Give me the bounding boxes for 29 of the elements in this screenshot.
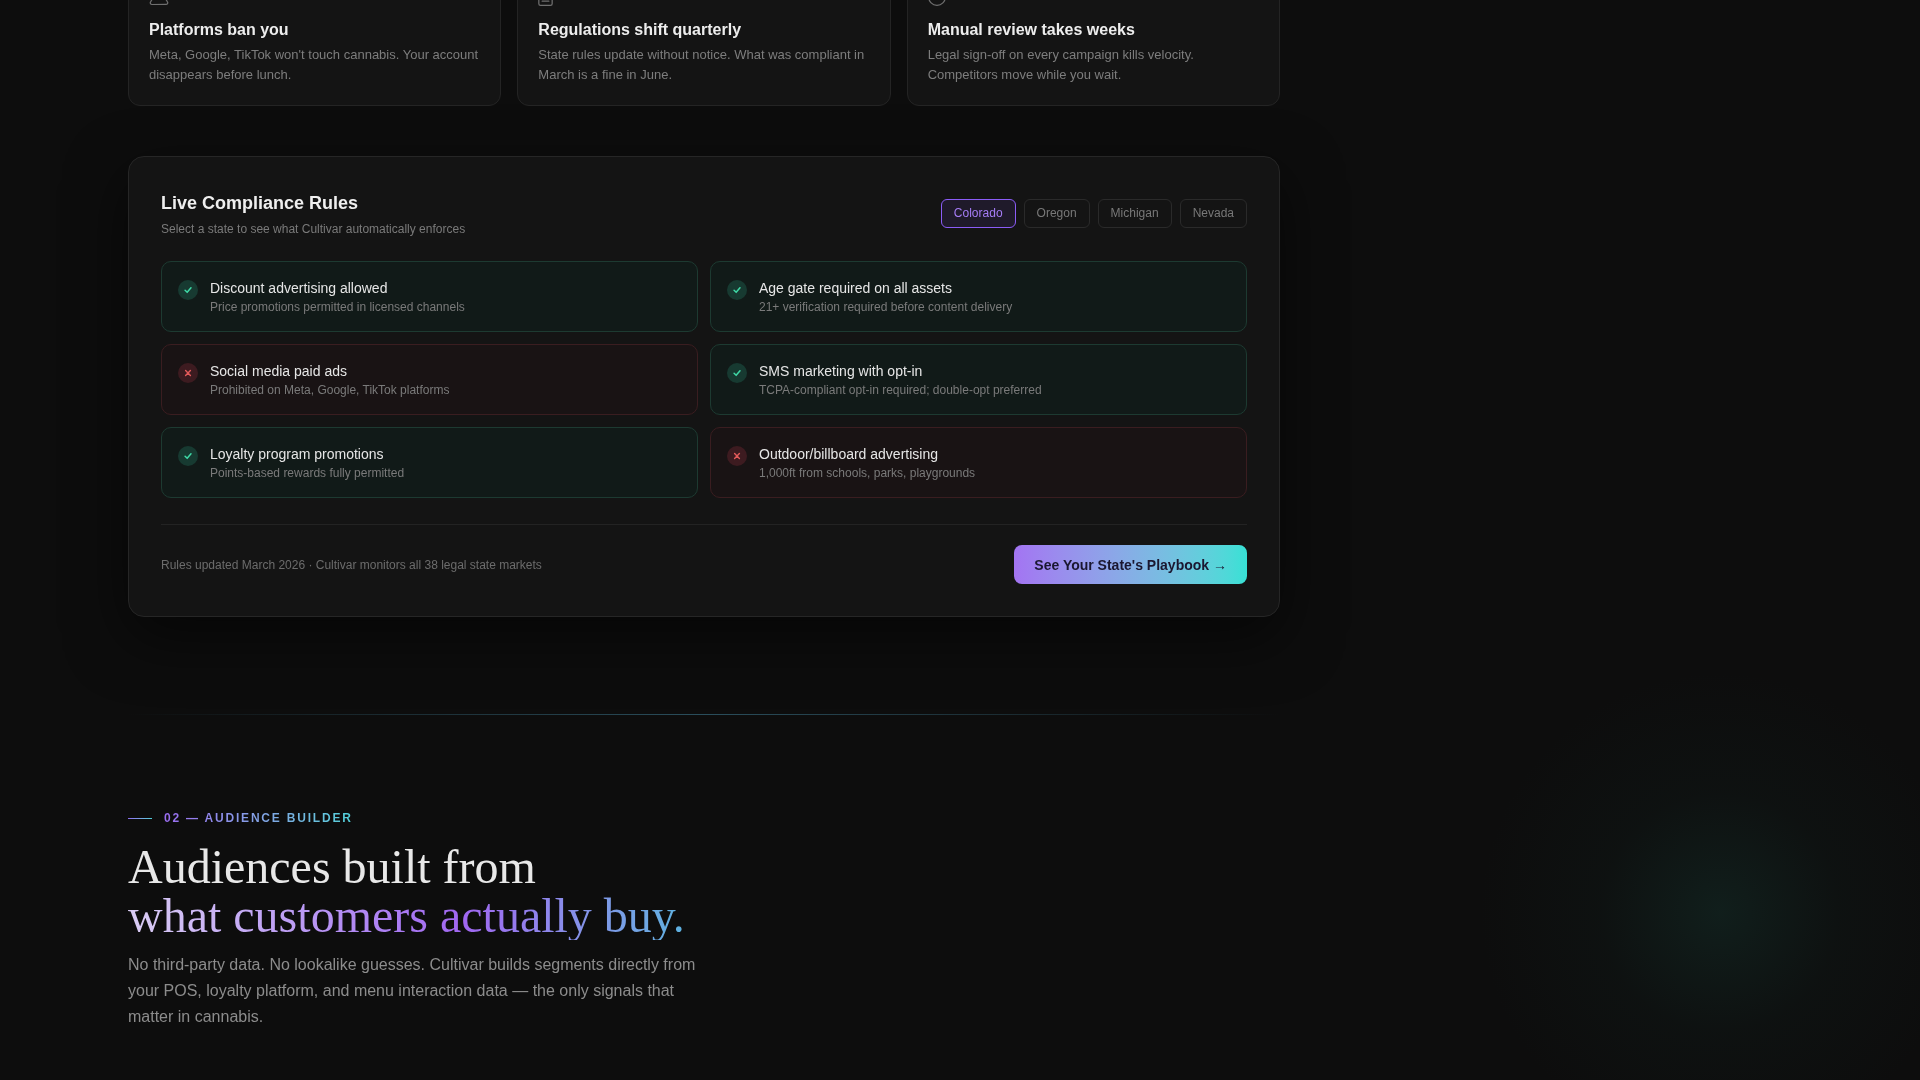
card-title: Platforms ban you [149,20,290,40]
card-title: Regulations shift quarterly [538,20,743,40]
rule-detail: 21+ verification required before content delivery [759,299,1013,315]
rule-detail: Prohibited on Meta, Google, TikTok platforms [210,382,450,398]
triangle-icon [149,0,169,6]
state-tab[interactable]: Colorado [940,198,1016,228]
rule-detail: 1,000ft from schools, parks, playgrounds [759,465,976,481]
rule-title: Age gate required on all assets [759,279,953,298]
state-tab[interactable]: Nevada [1179,198,1247,228]
state-tab[interactable]: Oregon [1023,198,1090,228]
playbook-button[interactable]: See Your State's Playbook → [1014,545,1247,584]
state-tab[interactable]: Michigan [1097,198,1172,228]
rule-title: Outdoor/billboard advertising [759,445,939,464]
rule-title: Discount advertising allowed [210,279,389,298]
rule-detail: TCPA-compliant opt-in required; double-opt preferred [759,382,1042,398]
card-description: Meta, Google, TikTok won't touch cannabis. Your account disappears before lunch. [149,46,480,84]
card-description: State rules update without notice. What was compliant in March is a fine in June. [538,46,866,84]
section-body: No third-party data. No lookalike guesses. Cultivar builds segments directly from your POS, loyalty platform, and menu interaction data — the only signals that matter in cannabis. [128,955,697,1027]
rule-title: Social media paid ads [210,362,348,381]
panel-title: Live Compliance Rules [161,192,360,215]
card-title: Manual review takes weeks [927,20,1136,40]
footer-note: Rules updated March 2026 · Cultivar monitors all 38 legal state markets [161,556,542,573]
rule-detail: Points-based rewards fully permitted [210,465,405,481]
rule-title: Loyalty program promotions [210,445,385,464]
rule-title: SMS marketing with opt-in [759,362,924,381]
rule-detail: Price promotions permitted in licensed channels [210,299,465,315]
card-description: Legal sign-off on every campaign kills velocity. Competitors move while you wait. [927,46,1195,84]
document-icon [538,0,554,6]
panel-subtitle: Select a state to see what Cultivar automatically enforces [161,221,466,237]
